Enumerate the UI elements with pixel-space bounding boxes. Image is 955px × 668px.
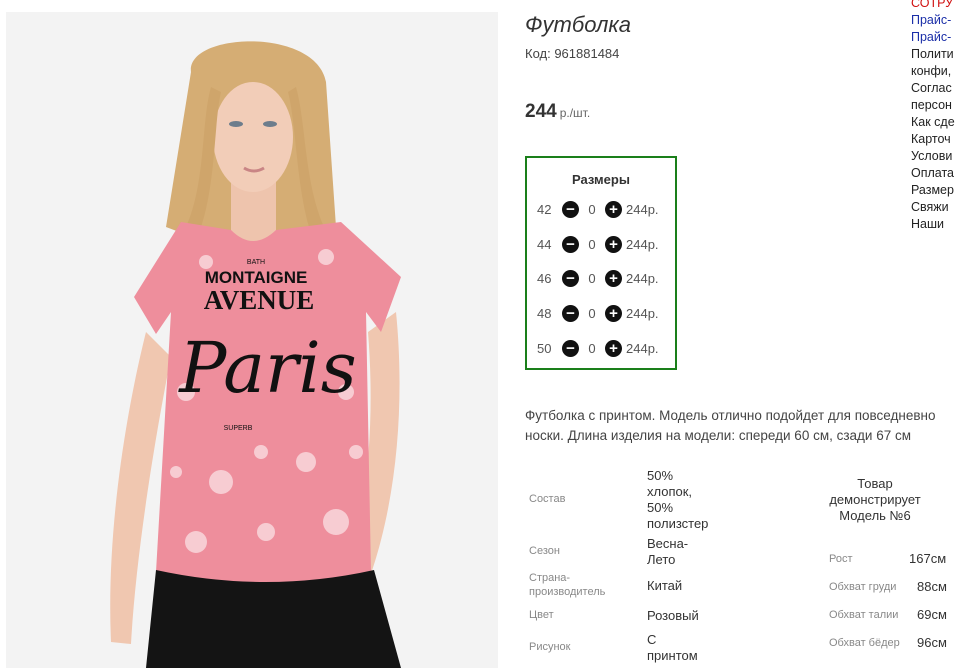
size-price: 244р. — [626, 201, 659, 217]
size-price: 244р. — [626, 305, 659, 321]
minus-icon[interactable]: − — [562, 269, 579, 287]
model-param-value: 96см — [917, 635, 947, 650]
plus-icon[interactable]: + — [605, 235, 622, 253]
spec-label-country: Страна- производитель — [529, 571, 605, 599]
face — [213, 82, 293, 192]
size-label: 50 — [537, 340, 552, 356]
model-param-label: Обхват бёдер — [829, 637, 900, 649]
size-price: 244р. — [626, 340, 659, 356]
product-title: Футболка — [525, 12, 631, 37]
print-avenue: AVENUE — [204, 285, 315, 315]
price-unit: р./шт. — [559, 106, 591, 120]
side-menu-item[interactable]: СОТРУ — [911, 0, 955, 12]
minus-icon[interactable]: − — [562, 235, 579, 253]
minus-icon[interactable]: − — [562, 200, 579, 218]
print-small-bottom: SUPERB — [224, 425, 253, 432]
size-row: 50 − 0 + 244р. — [537, 338, 659, 358]
size-row: 44 − 0 + 244р. — [537, 234, 659, 254]
plus-icon[interactable]: + — [605, 200, 622, 218]
model-param-value: 167см — [909, 551, 947, 566]
side-menu-item[interactable]: персон — [911, 97, 955, 114]
size-price: 244р. — [626, 270, 659, 286]
side-menu-item[interactable]: Наши — [911, 216, 955, 233]
print-small-top: BATH — [247, 259, 265, 266]
sizes-title: Размеры — [572, 172, 630, 187]
description-line: Футболка с принтом. Модель отлично подой… — [525, 408, 936, 423]
product-code: Код: 961881484 — [525, 46, 620, 61]
spec-label-line: Страна- — [529, 572, 571, 584]
side-menu-item[interactable]: конфи, — [911, 63, 955, 80]
side-menu-item[interactable]: Карточ — [911, 131, 955, 148]
side-menu-item[interactable]: Прайс- — [911, 12, 955, 29]
price-value: 244 — [525, 101, 557, 122]
side-menu-item[interactable]: Размер — [911, 182, 955, 199]
size-label: 46 — [537, 270, 552, 286]
size-label: 48 — [537, 305, 552, 321]
spec-label-pattern: Рисунок — [529, 641, 571, 653]
size-row: 48 − 0 + 244р. — [537, 303, 659, 323]
model-param-label: Обхват груди — [829, 581, 897, 593]
spec-label-composition: Состав — [529, 493, 566, 505]
side-menu-item[interactable]: Услови — [911, 148, 955, 165]
spec-value-pattern: С принтом — [647, 632, 698, 664]
spec-value-line: хлопок, — [647, 484, 693, 499]
model-param-label: Обхват талии — [829, 609, 899, 621]
size-label: 44 — [537, 236, 552, 252]
description-line: носки. Длина изделия на модели: спереди … — [525, 428, 912, 443]
size-row: 42 − 0 + 244р. — [537, 199, 659, 219]
spec-value-line: Весна- — [647, 536, 689, 551]
quantity-value: 0 — [588, 305, 596, 321]
minus-icon[interactable]: − — [562, 339, 579, 357]
size-price: 244р. — [626, 236, 659, 252]
spec-value-composition: 50% хлопок, 50% полизстер — [647, 468, 708, 532]
spec-label-line: производитель — [529, 586, 606, 598]
leggings — [146, 570, 401, 668]
model-heading-line: Модель №6 — [839, 508, 911, 523]
plus-icon[interactable]: + — [605, 339, 622, 357]
spec-value-color: Розовый — [647, 608, 699, 623]
model-heading-line: Товар — [857, 476, 893, 491]
spec-value-line: Лето — [647, 552, 676, 567]
model-param-label: Рост — [829, 553, 853, 565]
product-price: 244 р./шт. — [525, 101, 590, 123]
side-menu-item[interactable]: Как сде — [911, 114, 955, 131]
spec-value-line: принтом — [647, 648, 698, 663]
left-eye — [229, 121, 243, 127]
side-menu-item[interactable]: Оплата — [911, 165, 955, 182]
quantity-value: 0 — [588, 201, 596, 217]
spec-value-country: Китай — [647, 578, 683, 593]
size-label: 42 — [537, 201, 552, 217]
print-paris: Paris — [177, 327, 356, 409]
sizes-panel: Размеры 42 − 0 + 244р. 44 − 0 + 244р. 46… — [525, 156, 677, 370]
spec-value-line: 50% — [647, 500, 674, 515]
quantity-value: 0 — [588, 340, 596, 356]
model-param-value: 88см — [917, 579, 947, 594]
side-menu-item[interactable]: Свяжи — [911, 199, 955, 216]
product-description: Футболка с принтом. Модель отлично подой… — [525, 406, 955, 446]
spec-label-color: Цвет — [529, 609, 554, 621]
size-row: 46 − 0 + 244р. — [537, 268, 659, 288]
quantity-value: 0 — [588, 270, 596, 286]
plus-icon[interactable]: + — [605, 269, 622, 287]
spec-value-season: Весна- Лето — [647, 536, 688, 568]
spec-value-line: С — [647, 632, 657, 647]
side-menu-item[interactable]: Полити — [911, 46, 955, 63]
model-heading-line: демонстрирует — [829, 492, 921, 507]
side-menu-item[interactable]: Прайс- — [911, 29, 955, 46]
product-photo[interactable]: BATH MONTAIGNE AVENUE Paris SUPERB — [6, 12, 498, 668]
model-param-value: 69см — [917, 607, 947, 622]
side-menu: СОТРУ Прайс- Прайс- Полити конфи, Соглас… — [911, 0, 955, 233]
side-menu-item[interactable]: Соглас — [911, 80, 955, 97]
minus-icon[interactable]: − — [562, 304, 579, 322]
model-heading: Товар демонстрирует Модель №6 — [820, 476, 930, 524]
right-eye — [263, 121, 277, 127]
plus-icon[interactable]: + — [605, 304, 622, 322]
quantity-value: 0 — [588, 236, 596, 252]
spec-value-line: 50% — [647, 468, 674, 483]
spec-label-season: Сезон — [529, 545, 560, 557]
spec-value-line: полизстер — [647, 516, 709, 531]
